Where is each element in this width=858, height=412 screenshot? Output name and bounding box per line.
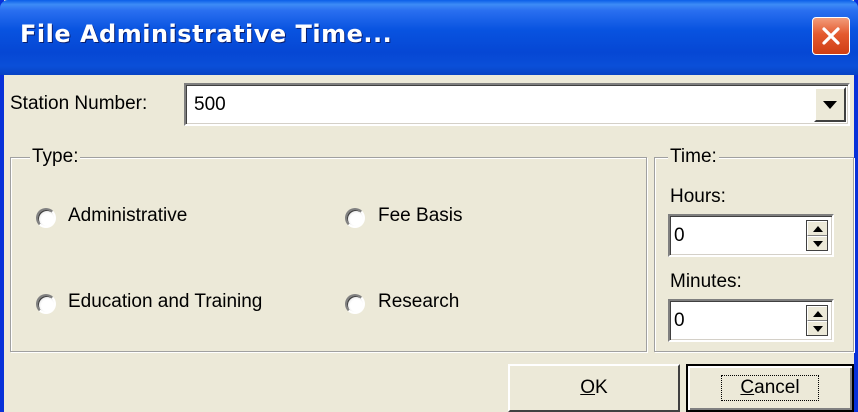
radio-fee-basis-label[interactable]: Fee Basis: [378, 205, 462, 227]
station-number-label: Station Number:: [10, 93, 148, 114]
radio-education-training[interactable]: [36, 294, 56, 314]
arrow-up-icon: [812, 310, 823, 317]
minutes-spinbox[interactable]: 0: [668, 299, 834, 342]
radio-administrative-label[interactable]: Administrative: [68, 205, 187, 227]
radio-administrative[interactable]: [36, 208, 56, 228]
hours-decrement-button[interactable]: [807, 236, 827, 250]
hours-value[interactable]: 0: [674, 225, 685, 247]
arrow-up-icon: [812, 225, 823, 232]
close-icon: [822, 27, 840, 45]
type-group-caption: Type:: [30, 146, 81, 168]
minutes-increment-button[interactable]: [807, 306, 827, 321]
radio-education-training-label[interactable]: Education and Training: [68, 291, 262, 313]
station-number-value[interactable]: 500: [194, 94, 226, 116]
minutes-decrement-button[interactable]: [807, 321, 827, 335]
type-groupbox: [10, 157, 647, 352]
radio-research[interactable]: [345, 294, 365, 314]
radio-research-label[interactable]: Research: [378, 291, 459, 313]
ok-button-label: OK: [580, 377, 608, 398]
station-number-combobox[interactable]: 500: [184, 83, 850, 126]
cancel-button-label: Cancel: [721, 375, 819, 401]
chevron-down-icon: [823, 100, 837, 109]
arrow-down-icon: [812, 240, 823, 247]
title-bar[interactable]: File Administrative Time...: [0, 0, 858, 75]
station-dropdown-button[interactable]: [814, 87, 846, 122]
arrow-down-icon: [812, 325, 823, 332]
hours-increment-button[interactable]: [807, 221, 827, 236]
cancel-button[interactable]: Cancel: [686, 364, 854, 412]
window-title: File Administrative Time...: [20, 20, 393, 48]
close-button[interactable]: [812, 17, 850, 55]
minutes-value[interactable]: 0: [674, 310, 685, 332]
minutes-spin-buttons[interactable]: [806, 305, 828, 336]
hours-spinbox[interactable]: 0: [668, 214, 834, 257]
radio-fee-basis[interactable]: [345, 208, 365, 228]
ok-button[interactable]: OK: [508, 364, 680, 412]
dialog-window: File Administrative Time... Station Numb…: [0, 0, 858, 412]
hours-spin-buttons[interactable]: [806, 220, 828, 251]
hours-label: Hours:: [670, 186, 726, 207]
minutes-label: Minutes:: [670, 271, 742, 292]
time-group-caption: Time:: [668, 146, 719, 168]
